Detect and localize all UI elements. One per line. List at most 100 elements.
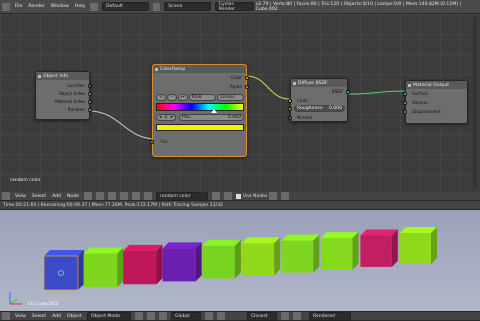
material-index-socket[interactable]	[88, 100, 92, 104]
input-normal-label: Normal	[297, 115, 313, 120]
menu-object[interactable]: Object	[67, 314, 82, 319]
menu-window[interactable]: Window	[51, 4, 69, 9]
link-random-fac	[88, 110, 157, 140]
stop-position-field[interactable]: Pos: 0.660	[179, 114, 244, 121]
colorramp-node[interactable]: ColorRamp Color Alpha + - ↔ RGB Linear ◂…	[150, 64, 249, 157]
shader-icon[interactable]	[83, 192, 92, 200]
pin-icon[interactable]	[223, 192, 232, 200]
roughness-in-socket[interactable]	[288, 107, 292, 111]
editor-scrollbar[interactable]	[473, 16, 477, 188]
flip-ramp-button[interactable]: ↔	[177, 94, 188, 101]
stop-index-field[interactable]: ◂ 2 ▸	[156, 114, 176, 121]
compositor-icon[interactable]	[143, 192, 152, 200]
menu-help[interactable]: Help	[75, 4, 85, 9]
3d-view-type-icon[interactable]	[2, 312, 10, 320]
stop-color-swatch[interactable]	[156, 124, 244, 131]
orientation-dropdown[interactable]: Global	[170, 311, 201, 321]
output-color-label: Color	[231, 75, 242, 80]
fac-in-socket[interactable]	[150, 140, 154, 144]
material-icon[interactable]	[119, 192, 128, 200]
cube-10[interactable]	[400, 227, 437, 264]
mode-dropdown[interactable]: Object Mode	[86, 311, 131, 321]
shading-icon[interactable]	[134, 312, 143, 320]
menu-add-3d[interactable]: Add	[52, 314, 61, 319]
diffuse-bsdf-node[interactable]: Diffuse BSDF BSDF Color Roughness: 0.000 …	[288, 78, 350, 122]
cube-front-face	[162, 248, 196, 282]
menu-node[interactable]: Node	[67, 194, 79, 199]
3d-viewport[interactable]: (1) Cube.002	[0, 210, 480, 311]
snap-target-dropdown[interactable]: Closest	[246, 311, 277, 321]
object-icon[interactable]	[95, 192, 104, 200]
cube-front-face	[400, 233, 431, 264]
manipulator-icon[interactable]	[158, 312, 167, 320]
object-info-node[interactable]: Object Info Location Object Index Materi…	[35, 71, 92, 120]
cube-2[interactable]	[83, 247, 124, 288]
material-output-node[interactable]: Material Output Surface Volume Displacem…	[403, 80, 468, 124]
alpha-out-socket[interactable]	[245, 85, 249, 89]
random-socket[interactable]	[88, 108, 92, 112]
roughness-field[interactable]: Roughness: 0.000	[294, 105, 345, 112]
cube-5[interactable]	[202, 239, 241, 279]
cube-6[interactable]	[241, 237, 281, 276]
fake-user-icon[interactable]	[211, 192, 220, 200]
layout-dropdown[interactable]: Default	[102, 2, 149, 11]
cube-front-face	[241, 243, 275, 276]
remove-stop-button[interactable]: -	[166, 94, 177, 101]
menu-file[interactable]: File	[15, 4, 23, 9]
color-ramp-gradient[interactable]	[156, 103, 244, 111]
cube-9[interactable]	[360, 229, 398, 267]
scene-dropdown[interactable]: Scene	[164, 2, 211, 11]
displacement-in-socket[interactable]	[403, 110, 407, 114]
ramp-stop-marker[interactable]	[211, 109, 217, 113]
proportional-icon[interactable]	[280, 312, 289, 320]
cube-front-face	[320, 238, 353, 270]
menu-add[interactable]: Add	[52, 194, 61, 199]
volume-in-socket[interactable]	[403, 101, 407, 105]
menu-render[interactable]: Render	[28, 4, 44, 9]
menu-view-3d[interactable]: View	[15, 314, 26, 319]
color-in-socket[interactable]	[288, 99, 292, 103]
use-nodes-label: Use Nodes	[242, 193, 268, 199]
layers-icon[interactable]	[204, 312, 213, 320]
render-layer-dropdown[interactable]: Rendered	[308, 311, 351, 321]
diffuse-bsdf-title: Diffuse BSDF	[291, 79, 347, 87]
cube-3[interactable]	[123, 244, 163, 285]
cube-1[interactable]	[43, 250, 84, 291]
engine-value: Cycles Render	[218, 1, 236, 12]
engine-dropdown[interactable]: Cycles Render	[214, 1, 254, 12]
backdrop-icon[interactable]	[269, 192, 278, 200]
cube-7[interactable]	[281, 234, 320, 273]
render-preview-icon[interactable]	[292, 312, 301, 320]
cube-front-face	[281, 240, 314, 273]
ramp-interp-dropdown[interactable]: Linear	[217, 94, 244, 101]
add-stop-button[interactable]: +	[156, 94, 166, 101]
object-index-socket[interactable]	[88, 92, 92, 96]
top-bar: File Render Window Help Default Scene Cy…	[0, 0, 480, 14]
node-editor[interactable]: Object Info Location Object Index Materi…	[0, 14, 480, 192]
menu-select-3d[interactable]: Select	[32, 314, 46, 319]
material-dropdown[interactable]: random color	[155, 191, 208, 201]
cube-4[interactable]	[162, 242, 202, 282]
location-socket[interactable]	[88, 84, 92, 88]
world-icon[interactable]	[107, 192, 116, 200]
node-editor-type-icon[interactable]	[2, 192, 10, 200]
info-editor-icon[interactable]	[2, 2, 10, 11]
pivot-icon[interactable]	[146, 312, 155, 320]
cube-8[interactable]	[320, 232, 359, 270]
screen-layout-icon	[90, 2, 99, 11]
menu-view[interactable]: View	[15, 194, 26, 199]
normal-in-socket[interactable]	[288, 116, 292, 120]
layers-icon-2[interactable]	[216, 312, 225, 320]
cube-side-face	[156, 244, 163, 285]
cube-top-face	[400, 227, 437, 233]
menu-select[interactable]: Select	[32, 194, 46, 199]
cube-front-face	[123, 250, 157, 285]
ramp-mode-dropdown[interactable]: RGB	[188, 94, 217, 101]
use-nodes-checkbox[interactable]	[235, 193, 241, 199]
color-out-socket[interactable]	[245, 76, 249, 80]
snap-icon[interactable]	[281, 192, 290, 200]
bsdf-out-socket[interactable]	[346, 90, 350, 94]
texture-icon[interactable]	[131, 192, 140, 200]
node-editor-header: View Select Add Node random color Use No…	[0, 191, 480, 201]
surface-in-socket[interactable]	[403, 92, 407, 96]
